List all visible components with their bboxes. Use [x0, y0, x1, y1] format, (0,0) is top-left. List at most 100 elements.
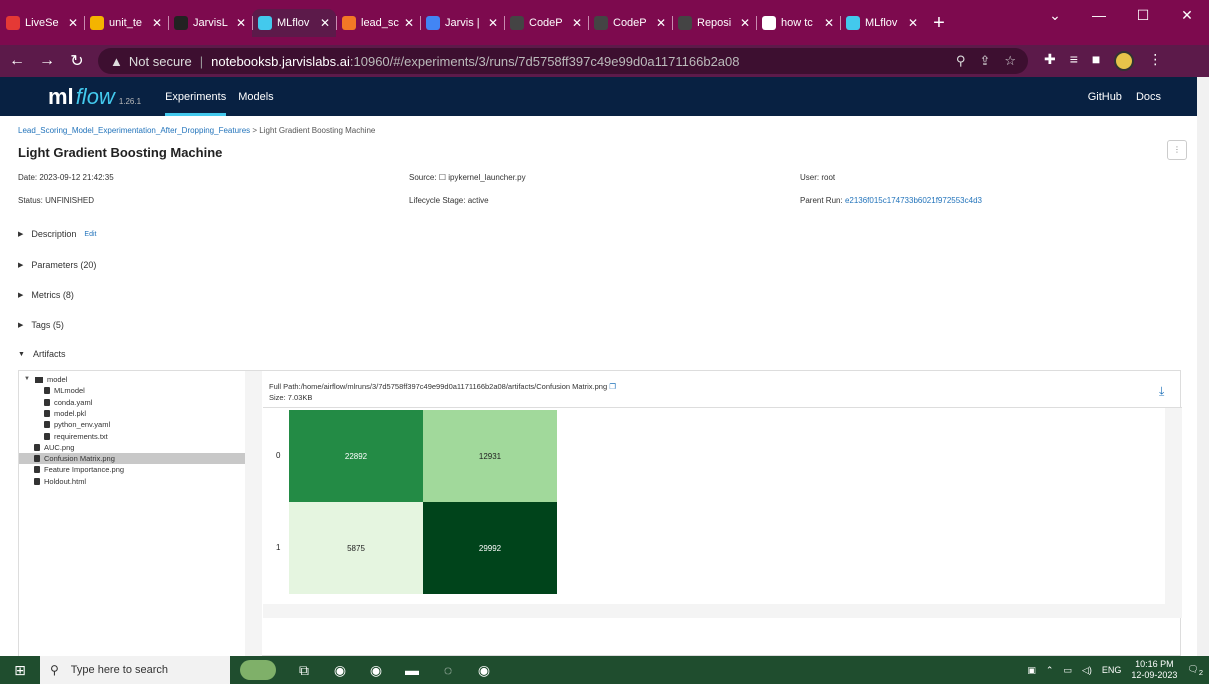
run-menu-button[interactable]: ⋮ — [1167, 140, 1187, 160]
chrome-menu-icon[interactable]: ⋮ — [1148, 51, 1162, 71]
tab-close-icon[interactable]: ✕ — [320, 16, 330, 30]
artifact-info: Full Path:/home/airflow/mlruns/3/7d5758f… — [269, 381, 616, 403]
artifact-tree-item[interactable]: Holdout.html — [34, 476, 86, 487]
artifact-tree-item[interactable]: conda.yaml — [44, 397, 92, 408]
tab-close-icon[interactable]: ✕ — [68, 16, 78, 30]
volume-icon[interactable]: ◁) — [1082, 665, 1092, 676]
liveserver-icon — [6, 16, 20, 30]
nav-experiments[interactable]: Experiments — [165, 77, 227, 116]
parent-run-link[interactable]: e2136f015c174733b6021f972553c4d3 — [845, 196, 982, 205]
zoom-icon[interactable]: ⚲ — [956, 53, 966, 69]
tab-close-icon[interactable]: ✕ — [152, 16, 162, 30]
profile-avatar[interactable] — [1114, 51, 1135, 71]
reload-button[interactable]: ↻ — [64, 51, 90, 71]
close-window-button[interactable]: ✕ — [1165, 0, 1209, 30]
new-tab-button[interactable]: + — [924, 9, 954, 37]
browser-tab[interactable]: JarvisL ✕ — [168, 9, 252, 37]
copy-icon[interactable]: ❐ — [609, 382, 616, 391]
side-panel-icon[interactable]: ■ — [1092, 51, 1100, 71]
breadcrumb-experiment-link[interactable]: Lead_Scoring_Model_Experimentation_After… — [18, 126, 250, 135]
tray-overflow-icon[interactable]: ⌃ — [1046, 665, 1054, 676]
mlflow-logo[interactable]: ml flow 1.26.1 — [48, 84, 141, 110]
file-explorer-icon[interactable]: ▬ — [394, 662, 430, 678]
tab-close-icon[interactable]: ✕ — [740, 16, 750, 30]
browser-tab[interactable]: unit_te ✕ — [84, 9, 168, 37]
lifecycle-label: Lifecycle Stage: — [409, 196, 466, 205]
browser-tab[interactable]: CodeP ✕ — [588, 9, 672, 37]
forward-button[interactable]: → — [34, 52, 60, 70]
description-heading: Description — [31, 229, 77, 239]
minimize-button[interactable]: — — [1077, 0, 1121, 30]
language-indicator[interactable]: ENG — [1102, 665, 1122, 675]
artifact-tree-item[interactable]: AUC.png — [34, 442, 74, 453]
chrome-icon[interactable]: ◉ — [322, 662, 358, 679]
description-edit-link[interactable]: Edit — [84, 231, 96, 238]
browser-tab[interactable]: Reposi ✕ — [672, 9, 756, 37]
tab-close-icon[interactable]: ✕ — [404, 16, 414, 30]
browser-tab[interactable]: CodeP ✕ — [504, 9, 588, 37]
section-metrics[interactable]: ▶ Metrics (8) — [18, 290, 74, 300]
image-horizontal-scrollbar[interactable] — [263, 604, 1165, 618]
artifact-tree-item[interactable]: model.pkl — [44, 408, 86, 419]
artifact-tree-item[interactable]: python_env.yaml — [44, 419, 110, 430]
tab-close-icon[interactable]: ✕ — [656, 16, 666, 30]
section-tags[interactable]: ▶ Tags (5) — [18, 320, 64, 330]
browser-tab[interactable]: MLflov ✕ — [252, 9, 336, 37]
tab-close-icon[interactable]: ✕ — [824, 16, 834, 30]
page-scrollbar[interactable] — [1197, 77, 1209, 656]
reading-list-icon[interactable]: ≡ — [1070, 51, 1078, 71]
artifact-tree-item[interactable]: ▼ model — [24, 374, 67, 385]
notification-count: 2 — [1198, 667, 1203, 677]
weather-widget-icon[interactable] — [240, 660, 276, 680]
network-icon[interactable]: ▭ — [1063, 665, 1072, 676]
jupyter-taskbar-icon[interactable]: ◌ — [430, 662, 466, 678]
heatmap-cell: 5875 — [289, 502, 423, 594]
section-description[interactable]: ▶ Description Edit — [18, 229, 96, 239]
caret-right-icon: ▶ — [18, 231, 24, 238]
browser-tab[interactable]: LiveSe ✕ — [0, 9, 84, 37]
chrome-canary-icon[interactable]: ◉ — [466, 662, 502, 679]
mlflow-icon — [846, 16, 860, 30]
chrome-profile-icon[interactable]: ◉ — [358, 662, 394, 679]
logo-ml: ml — [48, 83, 74, 109]
artifact-tree-item[interactable]: Feature Importance.png — [34, 464, 124, 475]
tab-close-icon[interactable]: ✕ — [572, 16, 582, 30]
tab-label: MLflov — [865, 17, 898, 29]
clock[interactable]: 10:16 PM 12-09-2023 — [1131, 659, 1177, 681]
github-link[interactable]: GitHub — [1088, 91, 1122, 103]
browser-tab[interactable]: MLflov ✕ — [840, 9, 924, 37]
windows-start-icon[interactable]: ⊞ — [0, 662, 40, 679]
artifact-tree-item[interactable]: requirements.txt — [44, 431, 108, 442]
section-artifacts[interactable]: ▼ Artifacts — [18, 349, 65, 359]
back-button[interactable]: ← — [4, 52, 30, 70]
taskbar-search[interactable]: ⚲ Type here to search — [40, 656, 230, 684]
extensions-icon[interactable]: ✚ — [1044, 51, 1056, 71]
address-toolbar: ← → ↻ ▲ Not secure | notebooksb.jarvisla… — [0, 45, 1209, 77]
tray-app-icon[interactable]: ▣ — [1027, 665, 1036, 676]
browser-tab[interactable]: lead_sc ✕ — [336, 9, 420, 37]
docs-link[interactable]: Docs — [1136, 91, 1161, 103]
download-icon[interactable]: ⤓ — [1159, 384, 1164, 399]
tab-search-icon[interactable]: ⌄ — [1033, 0, 1077, 30]
user-value: root — [821, 173, 836, 182]
tree-scrollbar[interactable] — [245, 371, 262, 657]
section-parameters[interactable]: ▶ Parameters (20) — [18, 260, 96, 270]
caret-down-icon[interactable]: ▼ — [24, 374, 30, 385]
bookmark-star-icon[interactable]: ☆ — [1004, 53, 1016, 69]
artifact-tree-item[interactable]: Confusion Matrix.png — [19, 453, 245, 465]
tab-close-icon[interactable]: ✕ — [236, 16, 246, 30]
browser-tab[interactable]: Jarvis | ✕ — [420, 9, 504, 37]
artifact-name: conda.yaml — [54, 397, 93, 407]
task-view-icon[interactable]: ⧉ — [286, 662, 322, 679]
tab-close-icon[interactable]: ✕ — [488, 16, 498, 30]
share-icon[interactable]: ⇪ — [979, 53, 990, 69]
parent-run-label: Parent Run: — [800, 196, 843, 205]
image-vertical-scrollbar[interactable] — [1165, 408, 1182, 618]
maximize-button[interactable]: ☐ — [1121, 0, 1165, 30]
tab-close-icon[interactable]: ✕ — [908, 16, 918, 30]
artifact-tree-item[interactable]: MLmodel — [44, 385, 85, 396]
browser-tab[interactable]: how tc ✕ — [756, 9, 840, 37]
url-bar[interactable]: ▲ Not secure | notebooksb.jarvislabs.ai:… — [98, 48, 1028, 74]
nav-models[interactable]: Models — [238, 91, 273, 103]
notifications-icon[interactable]: 🗨2 — [1187, 664, 1203, 677]
